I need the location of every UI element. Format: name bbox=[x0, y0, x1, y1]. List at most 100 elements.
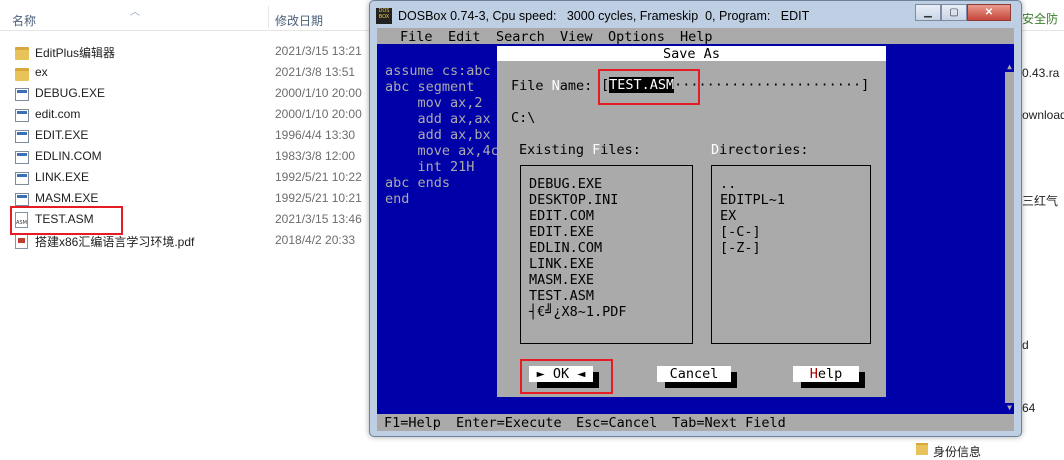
column-header-date[interactable]: 修改日期 bbox=[275, 12, 323, 29]
file-row[interactable]: EditPlus编辑器 2021/3/15 13:21 bbox=[12, 41, 372, 62]
editor-line: add ax,ax bbox=[385, 111, 491, 127]
list-item[interactable]: EDLIN.COM bbox=[529, 240, 602, 256]
status-cancel: Esc=Cancel bbox=[576, 415, 658, 431]
vertical-scrollbar[interactable]: ▲ ▼ bbox=[1005, 62, 1014, 413]
existing-files-label: Existing Files: bbox=[519, 142, 641, 158]
file-date: 1992/5/21 10:22 bbox=[275, 170, 362, 184]
exe-icon bbox=[15, 130, 29, 143]
exe-icon bbox=[15, 88, 29, 101]
status-next-field: Tab=Next Field bbox=[672, 415, 786, 431]
file-row[interactable]: EDLIN.COM 1983/3/8 12:00 bbox=[12, 146, 372, 167]
right-edge-text: 三红气 bbox=[1022, 194, 1059, 208]
exe-icon bbox=[15, 172, 29, 185]
list-item[interactable]: TEST.ASM bbox=[529, 288, 594, 304]
exe-icon bbox=[15, 151, 29, 164]
scroll-down-icon[interactable]: ▼ bbox=[1005, 403, 1014, 413]
exe-icon bbox=[15, 109, 29, 122]
file-name: EDIT.EXE bbox=[35, 128, 89, 142]
menu-view[interactable]: View bbox=[560, 29, 593, 45]
dosbox-titlebar[interactable]: DOS BOX DOSBox 0.74-3, Cpu speed: 3000 c… bbox=[374, 4, 1017, 28]
minimize-button[interactable]: ▁ bbox=[915, 4, 941, 21]
pdf-file-icon bbox=[15, 233, 28, 249]
highlight-box-filename bbox=[598, 69, 700, 105]
menu-help[interactable]: Help bbox=[680, 29, 713, 45]
right-edge-text: ownload bbox=[1022, 108, 1064, 122]
list-item[interactable]: MASM.EXE bbox=[529, 272, 594, 288]
maximize-button[interactable]: ▢ bbox=[941, 4, 967, 21]
file-name: 搭建x86汇编语言学习环境.pdf bbox=[35, 235, 195, 249]
current-path: C:\ bbox=[511, 110, 536, 126]
file-date: 2000/1/10 20:00 bbox=[275, 107, 362, 121]
menu-search[interactable]: Search bbox=[496, 29, 545, 45]
folder-icon bbox=[15, 68, 29, 81]
status-help: F1=Help bbox=[384, 415, 441, 431]
column-divider[interactable] bbox=[268, 6, 269, 28]
sort-arrow-icon: ︿ bbox=[130, 7, 140, 18]
file-name: LINK.EXE bbox=[35, 170, 90, 184]
file-row[interactable]: ex 2021/3/8 13:51 bbox=[12, 62, 372, 83]
editor-line: assume cs:abc bbox=[385, 63, 491, 79]
cancel-button[interactable]: Cancel bbox=[657, 366, 731, 382]
directories-label: Directories: bbox=[711, 142, 809, 158]
list-item[interactable]: EDITPL~1 bbox=[720, 192, 785, 208]
highlight-box-test-asm bbox=[10, 206, 123, 235]
file-date: 1992/5/21 10:21 bbox=[275, 191, 362, 205]
existing-files-list[interactable]: DEBUG.EXE DESKTOP.INI EDIT.COM EDIT.EXE … bbox=[520, 165, 693, 344]
file-row[interactable]: EDIT.EXE 1996/4/4 13:30 bbox=[12, 125, 372, 146]
editor-line: int 21H bbox=[385, 159, 475, 175]
menu-edit[interactable]: Edit bbox=[448, 29, 481, 45]
right-edge-text: 安全防 bbox=[1022, 12, 1059, 26]
editor-line: move ax,4c bbox=[385, 143, 499, 159]
close-button[interactable]: ✕ bbox=[967, 4, 1011, 21]
menu-file[interactable]: File bbox=[400, 29, 433, 45]
list-item[interactable]: EX bbox=[720, 208, 736, 224]
file-date: 1983/3/8 12:00 bbox=[275, 149, 356, 163]
file-name: ex bbox=[35, 65, 48, 79]
list-item[interactable]: DEBUG.EXE bbox=[529, 176, 602, 192]
filename-label: File Name: bbox=[511, 78, 593, 94]
help-button[interactable]: Help bbox=[793, 366, 859, 382]
editor-line: add ax,bx bbox=[385, 127, 491, 143]
list-item[interactable]: .. bbox=[720, 176, 736, 192]
file-date: 2021/3/15 13:21 bbox=[275, 44, 362, 58]
file-name: MASM.EXE bbox=[35, 191, 99, 205]
list-item[interactable]: [-C-] bbox=[720, 224, 761, 240]
file-name: edit.com bbox=[35, 107, 81, 121]
list-item[interactable]: EDIT.COM bbox=[529, 208, 594, 224]
window-title: DOSBox 0.74-3, Cpu speed: 3000 cycles, F… bbox=[398, 9, 810, 23]
file-date: 2021/3/15 13:46 bbox=[275, 212, 362, 226]
file-name: EditPlus编辑器 bbox=[35, 46, 116, 60]
list-item[interactable]: ┤€╝¿X8~1.PDF bbox=[529, 304, 627, 320]
right-edge-text: d bbox=[1022, 338, 1029, 352]
status-execute: Enter=Execute bbox=[456, 415, 562, 431]
list-item[interactable]: LINK.EXE bbox=[529, 256, 594, 272]
dosbox-logo-icon: DOS BOX bbox=[376, 8, 392, 24]
column-header-name[interactable]: 名称 bbox=[12, 12, 36, 29]
list-item[interactable]: EDIT.EXE bbox=[529, 224, 594, 240]
file-date: 2000/1/10 20:00 bbox=[275, 86, 362, 100]
list-item[interactable]: [-Z-] bbox=[720, 240, 761, 256]
folder-icon bbox=[15, 47, 29, 60]
editor-line: abc segment bbox=[385, 79, 475, 95]
editor-line: abc ends bbox=[385, 175, 451, 191]
directories-list[interactable]: .. EDITPL~1 EX [-C-] [-Z-] bbox=[711, 165, 871, 344]
file-row[interactable]: edit.com 2000/1/10 20:00 bbox=[12, 104, 372, 125]
list-item[interactable]: DESKTOP.INI bbox=[529, 192, 618, 208]
right-edge-text: 64 bbox=[1022, 401, 1036, 415]
menu-bar: File Edit Search View Options Help bbox=[377, 28, 1014, 45]
right-edge-text: 0.43.ra bbox=[1022, 66, 1060, 80]
editor-line: end bbox=[385, 191, 410, 207]
menu-options[interactable]: Options bbox=[608, 29, 665, 45]
file-date: 2021/3/8 13:51 bbox=[275, 65, 356, 79]
file-date: 2018/4/2 20:33 bbox=[275, 233, 356, 247]
file-row[interactable]: DEBUG.EXE 2000/1/10 20:00 bbox=[12, 83, 372, 104]
dosbox-window[interactable]: DOS BOX DOSBox 0.74-3, Cpu speed: 3000 c… bbox=[369, 0, 1022, 437]
folder-name[interactable]: 身份信息 bbox=[933, 443, 981, 460]
status-bar: F1=Help Enter=Execute Esc=Cancel Tab=Nex… bbox=[377, 414, 1014, 431]
file-row[interactable]: LINK.EXE 1992/5/21 10:22 bbox=[12, 167, 372, 188]
scroll-up-icon[interactable]: ▲ bbox=[1005, 62, 1014, 72]
exe-icon bbox=[15, 193, 29, 206]
dialog-title: Save As bbox=[497, 46, 886, 62]
file-date: 1996/4/4 13:30 bbox=[275, 128, 356, 142]
file-name: EDLIN.COM bbox=[35, 149, 102, 163]
